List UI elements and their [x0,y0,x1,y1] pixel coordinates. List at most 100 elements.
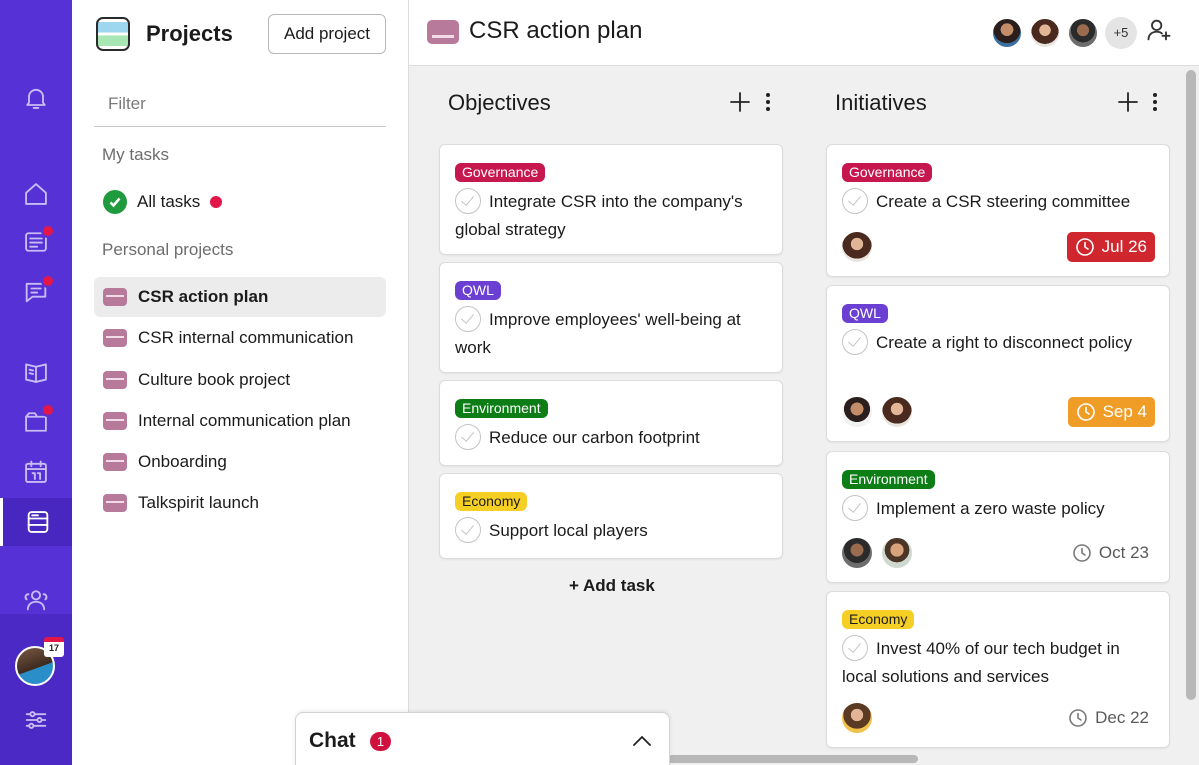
assignee-avatar[interactable] [842,703,872,733]
more-vertical-icon[interactable] [765,91,771,113]
files-unread-dot [41,403,55,417]
projects-panel-header: Projects Add project [96,14,386,54]
board-horizontal-scrollbar[interactable] [668,755,918,763]
category-tag: Governance [455,163,546,182]
chat-bubble-icon[interactable] [0,270,72,314]
project-icon [103,412,127,430]
project-icon [103,494,127,512]
my-tasks-heading: My tasks [102,145,170,164]
project-label: Culture book project [138,370,291,389]
task-card[interactable]: Environment Implement a zero waste polic… [826,451,1170,583]
project-label: Talkspirit launch [138,493,259,512]
project-item-talkspirit-launch[interactable]: Talkspirit launch [94,483,386,523]
calendar-icon[interactable] [0,450,72,494]
category-tag: Economy [455,492,528,511]
clock-icon [1069,709,1087,727]
chat-label: Chat [309,729,356,752]
plus-icon[interactable] [1117,91,1139,113]
due-date-badge[interactable]: Dec 22 [1060,703,1155,733]
folder-icon[interactable] [0,400,72,444]
chevron-up-icon[interactable] [631,730,653,752]
clock-icon [1073,544,1091,562]
projects-icon[interactable] [0,498,72,546]
settings-sliders-icon[interactable] [0,698,72,742]
add-project-button[interactable]: Add project [268,14,386,54]
clock-icon [1075,238,1094,256]
due-date-badge[interactable]: Jul 26 [1066,232,1155,262]
unread-dot [210,196,223,208]
plus-icon[interactable] [729,91,751,113]
assignees [842,538,922,568]
task-card[interactable]: Governance Integrate CSR into the compan… [439,144,783,255]
more-vertical-icon[interactable] [1152,91,1158,113]
category-tag: QWL [842,304,888,323]
task-title: Improve employees' well-being at work [455,305,768,362]
column-title: Initiatives [835,90,927,115]
complete-checkbox-icon[interactable] [842,187,868,214]
category-tag: Environment [842,470,935,489]
task-card[interactable]: QWL Improve employees' well-being at wor… [439,262,783,373]
complete-checkbox-icon[interactable] [842,328,868,355]
task-title: Create a CSR steering committee [842,187,1155,216]
category-tag: Economy [842,610,915,629]
project-label: CSR action plan [138,287,269,306]
project-members[interactable]: +5 [991,16,1173,49]
all-tasks-label: All tasks [137,192,201,211]
task-title: Invest 40% of our tech budget in local s… [842,634,1155,691]
due-date-badge[interactable]: Oct 23 [1064,538,1155,568]
chat-dock[interactable]: Chat 1 [295,712,670,765]
task-title: Create a right to disconnect policy [842,328,1155,357]
task-card[interactable]: Environment Reduce our carbon footprint [439,380,783,466]
complete-checkbox-icon[interactable] [455,423,481,450]
due-date-badge[interactable]: Sep 4 [1067,397,1155,427]
project-item-csr-action-plan[interactable]: CSR action plan [94,277,386,317]
assignee-avatar[interactable] [882,397,912,427]
newsfeed-icon[interactable] [0,220,72,264]
task-title: Integrate CSR into the company's global … [455,187,768,244]
member-avatar[interactable] [1029,16,1061,49]
task-card[interactable]: Economy Invest 40% of our tech budget in… [826,591,1170,748]
project-label: Onboarding [138,452,227,471]
complete-checkbox-icon[interactable] [455,516,481,543]
project-item-culture-book[interactable]: Culture book project [94,360,386,400]
category-tag: QWL [455,281,501,300]
assignee-avatar[interactable] [842,232,872,262]
project-item-onboarding[interactable]: Onboarding [94,442,386,482]
task-title: Reduce our carbon footprint [455,423,768,452]
task-card[interactable]: QWL Create a right to disconnect policy … [826,285,1170,442]
complete-checkbox-icon[interactable] [455,305,481,332]
assignee-avatar[interactable] [882,538,912,568]
add-task-button[interactable]: + Add task [569,576,655,596]
member-avatar[interactable] [1067,16,1099,49]
home-icon[interactable] [0,172,72,216]
assignees [842,703,882,733]
project-topbar: CSR action plan +5 [409,0,1199,66]
category-tag: Environment [455,399,548,418]
more-members-count[interactable]: +5 [1105,16,1137,49]
main-navigation-rail: 17 [0,0,72,765]
member-avatar[interactable] [991,16,1023,49]
add-member-icon[interactable] [1145,16,1173,49]
all-tasks-item[interactable]: All tasks [94,182,386,222]
check-circle-icon [103,190,127,214]
board-vertical-scrollbar[interactable] [1186,70,1196,700]
category-tag: Governance [842,163,933,182]
chat-unread-badge: 1 [370,732,391,751]
complete-checkbox-icon[interactable] [455,187,481,214]
filter-input[interactable] [94,82,386,127]
assignees [842,232,882,262]
assignee-avatar[interactable] [842,397,872,427]
project-icon [103,329,127,347]
project-item-csr-internal-communication[interactable]: CSR internal communication [94,318,386,358]
clock-icon [1076,403,1095,421]
task-card[interactable]: Economy Support local players [439,473,783,559]
newsfeed-unread-dot [41,224,55,238]
complete-checkbox-icon[interactable] [842,634,868,661]
assignee-avatar[interactable] [842,538,872,568]
complete-checkbox-icon[interactable] [842,494,868,521]
notifications-bell-icon[interactable] [0,76,72,120]
project-item-internal-communication[interactable]: Internal communication plan [94,401,386,441]
task-card[interactable]: Governance Create a CSR steering committ… [826,144,1170,277]
chat-unread-dot [41,274,55,288]
knowledge-book-icon[interactable] [0,350,72,394]
